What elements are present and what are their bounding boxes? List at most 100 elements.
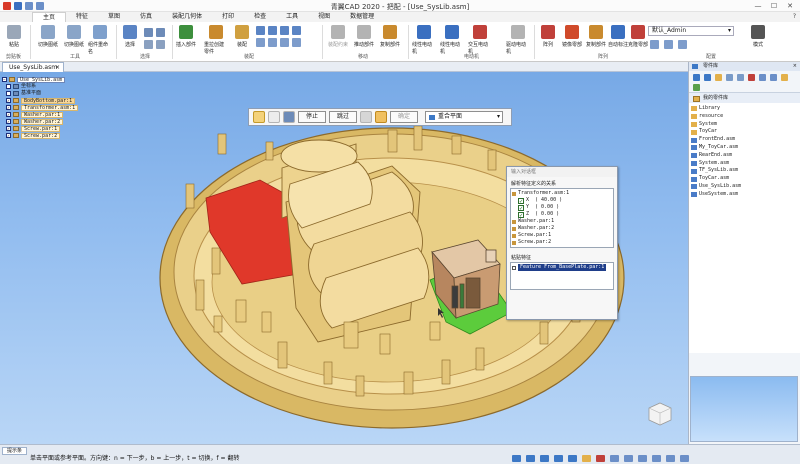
tree-item-transformer[interactable]: ✓ Transformer.asm:1 bbox=[6, 104, 79, 111]
select-button[interactable]: 选择 bbox=[118, 25, 142, 48]
visibility-checkbox[interactable]: ✓ bbox=[6, 105, 11, 110]
tab-home[interactable]: 主页 bbox=[32, 12, 67, 22]
switch-sheet-button-2[interactable]: 切换图纸 bbox=[62, 25, 86, 48]
list-item[interactable]: RearEnd.asm bbox=[691, 152, 800, 160]
select-none-icon[interactable] bbox=[156, 40, 165, 49]
check-icon[interactable]: ✓ bbox=[518, 197, 524, 204]
camera-icon[interactable] bbox=[638, 455, 647, 462]
mode-button[interactable]: 模式 bbox=[746, 25, 770, 48]
tab-assembly-geometry[interactable]: 装配几何体 bbox=[162, 12, 212, 22]
list-item[interactable]: TF_SysLib.asm bbox=[691, 167, 800, 175]
clone-part-button[interactable]: 克隆零部 bbox=[626, 25, 650, 48]
plane-type-select[interactable]: 重合平面 bbox=[425, 111, 504, 123]
visibility-checkbox[interactable]: ✓ bbox=[6, 133, 11, 138]
tab-feature[interactable]: 特征 bbox=[66, 12, 98, 22]
config-edit-icon[interactable] bbox=[664, 40, 673, 49]
list-item[interactable]: ToyCar bbox=[691, 128, 800, 136]
display-style-icon[interactable] bbox=[624, 455, 633, 462]
list-item[interactable]: resource bbox=[691, 113, 800, 121]
view-orientation-icon[interactable] bbox=[596, 455, 605, 462]
measure-icon[interactable] bbox=[680, 455, 689, 462]
assemble-button[interactable]: 装配 bbox=[230, 25, 254, 48]
list-item[interactable]: System bbox=[691, 121, 800, 129]
close-button[interactable]: ✕ bbox=[782, 0, 798, 11]
back-icon[interactable] bbox=[693, 74, 700, 81]
list-item[interactable]: Library bbox=[691, 105, 800, 113]
library-file-list[interactable]: Library resource System ToyCar FrontEnd.… bbox=[689, 103, 800, 353]
insert-part-button[interactable]: 插入部件 bbox=[174, 25, 198, 48]
constraint-rigid-icon[interactable] bbox=[292, 38, 301, 47]
zoom-fit-icon[interactable] bbox=[512, 455, 521, 462]
list-item[interactable]: Use_SysLib.asm bbox=[691, 183, 800, 191]
visibility-checkbox[interactable]: ✓ bbox=[6, 119, 11, 124]
relation-row-y[interactable]: ✓ Y ( 0.00 ) bbox=[512, 204, 612, 211]
new-folder-icon[interactable] bbox=[781, 74, 788, 81]
constraint-tangent-icon[interactable] bbox=[256, 38, 265, 47]
visibility-checkbox[interactable] bbox=[6, 84, 11, 89]
add-icon[interactable] bbox=[693, 83, 700, 91]
switch-sheet-button[interactable]: 切换图纸 bbox=[36, 25, 60, 48]
list-item[interactable]: My_ToyCar.asm bbox=[691, 144, 800, 152]
minimize-button[interactable]: — bbox=[750, 0, 766, 11]
paste-button[interactable]: 粘贴 bbox=[2, 25, 26, 48]
options-icon[interactable] bbox=[360, 111, 373, 123]
maximize-button[interactable]: ☐ bbox=[766, 0, 782, 11]
library-section-header[interactable]: 我的零件库 bbox=[689, 93, 800, 103]
zoom-icon[interactable] bbox=[540, 455, 549, 462]
document-tab[interactable]: Use_SysLib.asm × bbox=[2, 62, 64, 72]
view-cube-icon[interactable] bbox=[646, 400, 674, 428]
visibility-checkbox[interactable] bbox=[6, 91, 11, 96]
list-item[interactable]: UseSystem.asm bbox=[691, 191, 800, 199]
feature-row[interactable]: Feature From_BasePlate.par:1 bbox=[512, 264, 612, 271]
mirror-part-button[interactable]: 镜像零部 bbox=[560, 25, 584, 48]
assembly-constraint-button[interactable]: 装配约束 bbox=[326, 25, 350, 48]
tree-item-bodybottom[interactable]: ✓ BodyBottom.par:1 bbox=[6, 97, 78, 104]
drive-motor-button[interactable]: 驱动电动机 bbox=[506, 25, 530, 55]
relation-row-transformer[interactable]: Transformer.asm:1 bbox=[512, 190, 612, 197]
constraint-angle-icon[interactable] bbox=[280, 26, 289, 35]
interactive-motor-button[interactable]: 交互电动机 bbox=[468, 25, 492, 55]
linear-motor-button[interactable]: 线性电动机 bbox=[412, 25, 436, 55]
relation-row-x[interactable]: ✓ X ( 40.00 ) bbox=[512, 197, 612, 204]
select-filter-icon[interactable] bbox=[144, 28, 153, 37]
relation-row-z[interactable]: ✓ Z ( 0.00 ) bbox=[512, 211, 612, 218]
help-icon[interactable]: ? bbox=[793, 13, 796, 20]
skip-button[interactable]: 跳过 bbox=[329, 111, 358, 123]
tree-item-screw-2[interactable]: ✓ Screw.par:2 bbox=[6, 132, 78, 139]
step-back-icon[interactable] bbox=[268, 111, 280, 123]
visibility-checkbox[interactable]: ✓ bbox=[6, 112, 11, 117]
flip-icon[interactable] bbox=[375, 111, 388, 123]
lighting-icon[interactable] bbox=[652, 455, 661, 462]
relation-row-screw-2[interactable]: Screw.par:2 bbox=[512, 239, 612, 246]
3d-viewport[interactable]: − Use_SysLib.asm 坐标系 基准平面 ✓ BodyBottom.p… bbox=[0, 72, 688, 444]
rename-component-button[interactable]: 组件重命名 bbox=[88, 25, 112, 55]
tree-item-base-planes[interactable]: 基准平面 bbox=[6, 90, 78, 97]
visibility-checkbox[interactable]: ✓ bbox=[6, 126, 11, 131]
check-icon[interactable]: ✓ bbox=[518, 211, 524, 218]
tab-inspect[interactable]: 检查 bbox=[244, 12, 276, 22]
view-grid-icon[interactable] bbox=[770, 74, 777, 81]
tree-item-washer-1[interactable]: ✓ Washer.par:1 bbox=[6, 111, 78, 118]
pattern-button[interactable]: 阵列 bbox=[536, 25, 560, 48]
relation-row-washer-1[interactable]: Washer.par:1 bbox=[512, 218, 612, 225]
tab-print[interactable]: 打印 bbox=[212, 12, 244, 22]
grid-icon[interactable] bbox=[666, 455, 675, 462]
tree-item-coordinate-system[interactable]: 坐标系 bbox=[6, 83, 78, 90]
constraint-align-icon[interactable] bbox=[268, 26, 277, 35]
copy-component-button[interactable]: 复制部件 bbox=[584, 25, 608, 48]
feature-list[interactable]: Feature From_BasePlate.par:1 bbox=[510, 262, 614, 290]
confirm-button[interactable]: 确定 bbox=[390, 111, 419, 123]
tree-item-washer-2[interactable]: ✓ Washer.par:2 bbox=[6, 118, 78, 125]
panel-close-icon[interactable]: × bbox=[793, 62, 797, 71]
create-part-button[interactable]: 重拉创建零件 bbox=[204, 25, 228, 55]
forward-icon[interactable] bbox=[704, 74, 711, 81]
select-arrow-icon[interactable] bbox=[253, 111, 265, 123]
visibility-checkbox[interactable]: ✓ bbox=[6, 98, 11, 103]
copy-part-button[interactable]: 复制部件 bbox=[378, 25, 402, 48]
push-part-button[interactable]: 推动部件 bbox=[352, 25, 376, 48]
zoom-area-icon[interactable] bbox=[526, 455, 535, 462]
select-all-icon[interactable] bbox=[144, 40, 153, 49]
delete-icon[interactable] bbox=[748, 74, 755, 81]
stop-button[interactable]: 停止 bbox=[298, 111, 327, 123]
tab-sketch[interactable]: 草图 bbox=[98, 12, 130, 22]
